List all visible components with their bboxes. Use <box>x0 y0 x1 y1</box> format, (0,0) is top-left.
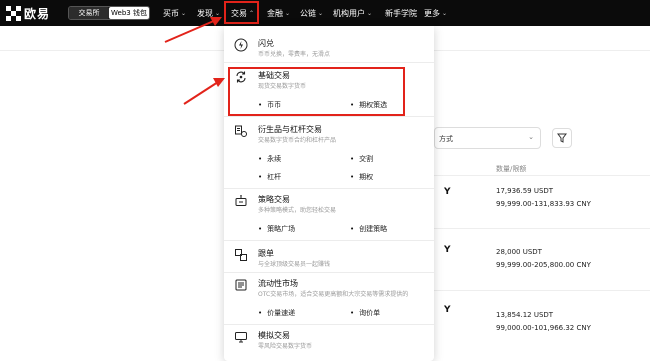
divider <box>224 116 434 117</box>
menu-item-copy-trading[interactable]: 跟单 与全球顶级交易员一起赚钱 <box>234 248 424 272</box>
menu-item-desc: 与全球顶级交易员一起赚钱 <box>258 261 331 268</box>
submenu-price-express[interactable]: 价量速递 <box>258 308 295 318</box>
chevron-down-icon: ⌄ <box>215 9 221 17</box>
row-amount: 28,000 USDT <box>496 248 542 256</box>
nav-discover[interactable]: 发现 ⌄ <box>197 0 220 26</box>
logo[interactable]: 欧易 <box>6 5 50 21</box>
product-switch: 交易所 Web3 钱包 <box>68 6 150 20</box>
menu-item-title: 跟单 <box>258 249 274 258</box>
menu-item-desc: 零风险交易数字货币 <box>258 343 313 350</box>
nav-chain[interactable]: 公链 ⌄ <box>300 0 323 26</box>
logo-text: 欧易 <box>24 6 51 21</box>
divider <box>434 228 650 229</box>
annotation-arrow <box>183 78 225 105</box>
submenu-strategy-plaza[interactable]: 策略广场 <box>258 224 295 234</box>
flash-icon <box>234 38 248 52</box>
chevron-down-icon: ⌄ <box>285 9 291 17</box>
submenu-perpetual[interactable]: 永续 <box>258 154 281 164</box>
select-label: 方式 <box>439 135 453 143</box>
row-mark: Y <box>444 305 451 315</box>
menu-item-flash-swap[interactable]: 闪兑 币币兑换，零费率，无滑点 <box>234 38 424 62</box>
menu-item-desc: 多种策略模式，助您轻松交易 <box>258 207 337 214</box>
menu-item-desc: 交易数字货币合约和杠杆产品 <box>258 137 337 144</box>
row-mark: Y <box>444 187 451 197</box>
switch-web3-wallet[interactable]: Web3 钱包 <box>109 7 149 19</box>
column-header-amount: 数量/限额 <box>496 165 527 173</box>
top-navigation-bar: 欧易 交易所 Web3 钱包 买币 ⌄ 发现 ⌄ 交易 ⌃ 金融 ⌄ 公链 ⌄ 机构用户 ⌄… <box>0 0 650 26</box>
row-amount: 17,936.59 USDT <box>496 187 554 195</box>
divider <box>434 175 650 176</box>
derivatives-icon <box>234 124 248 138</box>
divider <box>224 188 434 189</box>
trade-nav-highlight <box>224 1 259 24</box>
menu-item-desc: 币币兑换，零费率，无滑点 <box>258 51 331 58</box>
chevron-down-icon: ⌄ <box>367 9 373 17</box>
row-limit: 99,999.00-205,800.00 CNY <box>496 261 591 269</box>
menu-item-title: 闪兑 <box>258 39 274 48</box>
chevron-down-icon: ⌄ <box>442 9 448 17</box>
basic-trade-highlight <box>228 67 405 116</box>
nav-more[interactable]: 更多 ⌄ <box>424 0 447 26</box>
divider <box>224 272 434 273</box>
menu-item-title: 流动性市场 <box>258 279 298 288</box>
logo-icon <box>6 5 21 21</box>
menu-item-title: 衍生品与杠杆交易 <box>258 125 322 134</box>
copy-icon <box>234 248 248 262</box>
menu-item-derivatives[interactable]: 衍生品与杠杆交易 交易数字货币合约和杠杆产品 <box>234 124 424 148</box>
submenu-margin[interactable]: 杠杆 <box>258 172 281 182</box>
nav-finance[interactable]: 金融 ⌄ <box>267 0 290 26</box>
filter-button[interactable] <box>552 128 572 148</box>
chevron-down-icon: ⌄ <box>318 9 324 17</box>
menu-item-title: 模拟交易 <box>258 331 290 340</box>
divider <box>224 62 434 63</box>
divider <box>434 290 650 291</box>
liquidity-icon <box>234 278 248 292</box>
submenu-options[interactable]: 期权 <box>350 172 373 182</box>
chevron-down-icon: ⌄ <box>181 9 187 17</box>
row-limit: 99,999.00-131,833.93 CNY <box>496 200 591 208</box>
menu-item-desc: OTC交易市场，适合交易更高额和大宗交易等需求提供的 <box>258 291 409 298</box>
demo-icon <box>234 330 248 344</box>
payment-method-select[interactable]: 方式 ⌄ <box>434 127 541 149</box>
nav-institutional[interactable]: 机构用户 ⌄ <box>333 0 372 26</box>
filter-icon <box>557 133 567 143</box>
nav-buy-crypto[interactable]: 买币 ⌄ <box>163 0 186 26</box>
divider <box>224 324 434 325</box>
row-amount: 13,854.12 USDT <box>496 311 554 319</box>
submenu-rfq[interactable]: 询价单 <box>350 308 380 318</box>
menu-item-demo-trading[interactable]: 模拟交易 零风险交易数字货币 <box>234 330 424 354</box>
menu-item-title: 策略交易 <box>258 195 290 204</box>
bot-icon <box>234 194 248 208</box>
row-limit: 99,000.00-101,966.32 CNY <box>496 324 591 332</box>
menu-item-strategy-trading[interactable]: 策略交易 多种策略模式，助您轻松交易 <box>234 194 424 218</box>
menu-item-liquidity-market[interactable]: 流动性市场 OTC交易市场，适合交易更高额和大宗交易等需求提供的 <box>234 278 424 302</box>
divider <box>224 240 434 241</box>
submenu-futures[interactable]: 交割 <box>350 154 373 164</box>
nav-academy[interactable]: 新手学院 <box>385 0 417 26</box>
submenu-create-strategy[interactable]: 创建策略 <box>350 224 387 234</box>
row-mark: Y <box>444 245 451 255</box>
switch-exchange[interactable]: 交易所 <box>69 7 109 19</box>
chevron-down-icon: ⌄ <box>528 133 534 141</box>
